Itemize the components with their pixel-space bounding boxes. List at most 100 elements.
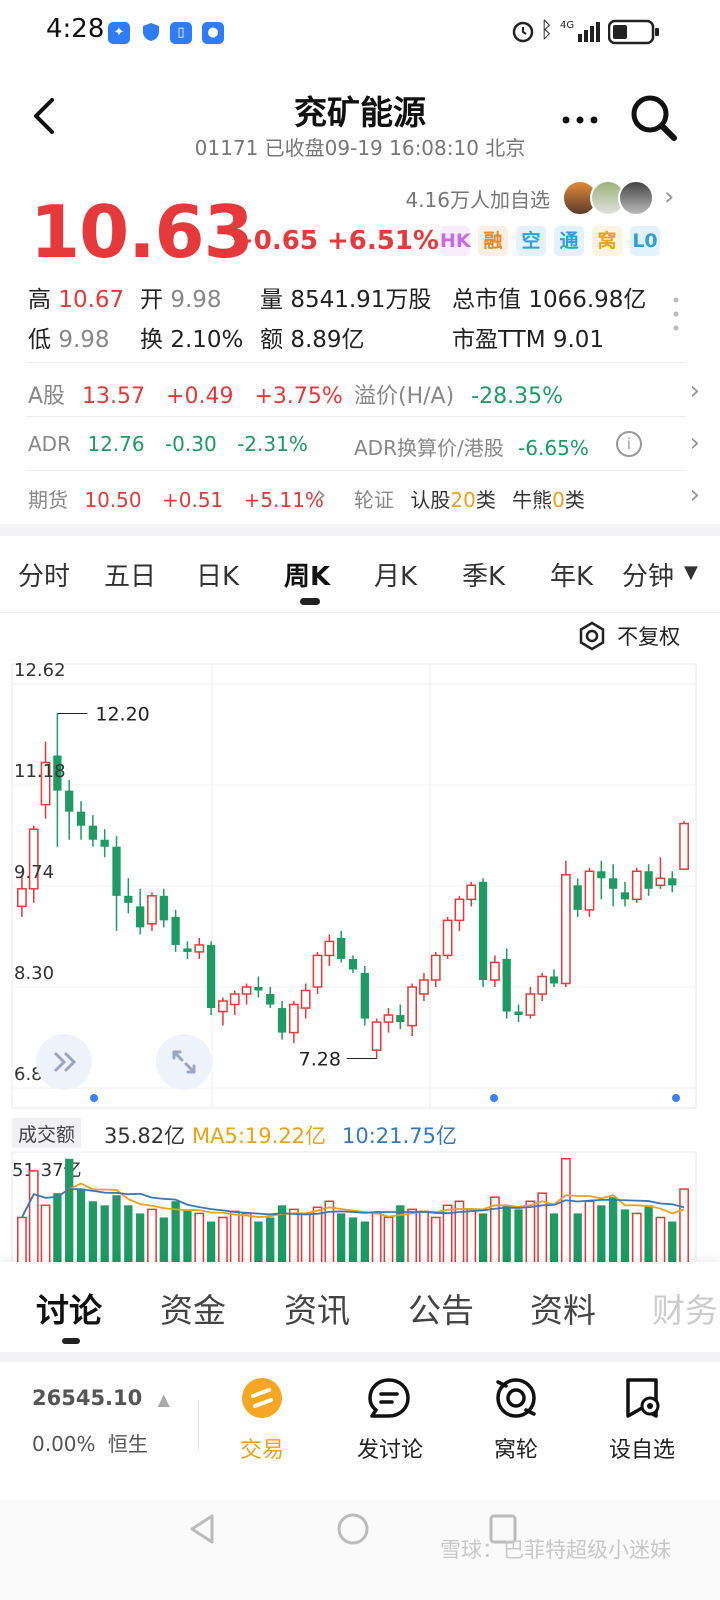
trade-icon[interactable] [240, 1376, 284, 1420]
watchlist-button[interactable]: 设自选 [592, 1432, 692, 1464]
content-tab[interactable]: 财务 [652, 1284, 718, 1332]
index-change[interactable]: 0.00% 恒生 [32, 1428, 148, 1457]
volume-bar [229, 1210, 240, 1264]
volume-indicator-button[interactable]: 成交额 [12, 1118, 82, 1148]
stat-low: 低 9.98 [28, 320, 110, 354]
candle [100, 829, 109, 858]
candle [655, 857, 666, 889]
candle [277, 1001, 287, 1040]
content-tab[interactable]: 资料 [530, 1284, 596, 1332]
cbbc-count: 0 [552, 488, 565, 512]
market-tag[interactable]: L0 [630, 226, 660, 256]
period-tab[interactable]: 分时 [18, 556, 70, 593]
market-tag[interactable]: HK [440, 226, 471, 256]
warrants-row[interactable]: 轮证 认股20类 牛熊0类 [354, 484, 585, 513]
period-tab[interactable]: 分钟 [622, 556, 674, 593]
add-watchlist-icon[interactable] [620, 1376, 664, 1422]
bluetooth-icon: ᛒ [540, 18, 554, 43]
period-tab[interactable]: 年K [550, 556, 593, 593]
period-tab[interactable]: 日K [196, 556, 239, 593]
stat-value: 2.10% [170, 327, 244, 353]
row-label: 轮证 [354, 488, 394, 512]
stat-label: 低 [28, 327, 51, 353]
candle [348, 955, 358, 973]
stat-volume: 量 8541.91万股 [260, 280, 431, 314]
period-tab[interactable]: 季K [462, 556, 505, 593]
watchlist-count[interactable]: 4.16万人加自选 [405, 184, 550, 213]
candlestick-chart[interactable]: 12.20 7.28 [0, 660, 720, 1112]
volume-bar [183, 1209, 192, 1264]
candle [644, 864, 653, 896]
chevron-right-icon[interactable]: › [690, 480, 700, 510]
futures-row[interactable]: 期货 10.50 +0.51 +5.11% [28, 484, 324, 513]
search-button[interactable] [628, 92, 680, 144]
event-marker[interactable] [490, 1094, 498, 1102]
info-icon[interactable]: i [616, 431, 642, 457]
chevron-right-icon[interactable]: › [664, 182, 674, 212]
row-percent: -2.31% [237, 432, 308, 456]
row-percent: +5.11% [243, 488, 324, 512]
cbbc-label: 牛熊 [512, 488, 553, 512]
adr-row[interactable]: ADR 12.76 -0.30 -2.31% [28, 432, 308, 456]
index-ticker[interactable]: 26545.10 ▲ [32, 1386, 170, 1410]
chevron-right-icon[interactable]: › [690, 428, 700, 458]
event-marker[interactable] [672, 1094, 680, 1102]
comment-icon[interactable] [366, 1376, 412, 1422]
trade-button[interactable]: 交易 [212, 1432, 312, 1464]
dropdown-triangle-icon[interactable]: ▼ [684, 562, 698, 583]
app-notification-icon: ▯ [170, 22, 192, 44]
a-share-row[interactable]: A股 13.57 +0.49 +3.75% [28, 378, 343, 410]
chevron-right-icon[interactable]: › [690, 376, 700, 406]
price-change: +0.65 +6.51% [232, 226, 439, 256]
content-tab[interactable]: 讨论 [36, 1284, 102, 1332]
market-tag[interactable]: 窝 [592, 226, 622, 256]
chevron-right-icon[interactable]: › [316, 480, 326, 510]
candle [300, 983, 311, 1019]
active-tab-indicator [62, 1338, 80, 1344]
fullscreen-button[interactable] [156, 1034, 212, 1090]
bottom-tab-strip [0, 1262, 720, 1354]
candle [549, 969, 559, 987]
candle [430, 951, 441, 987]
stat-value: 8541.91万股 [290, 287, 432, 313]
content-tab[interactable]: 资金 [160, 1284, 226, 1332]
row-change: +0.49 [166, 384, 234, 409]
nav-back-button[interactable] [186, 1512, 218, 1550]
market-tag[interactable]: 空 [516, 226, 546, 256]
last-price: 10.63 [30, 190, 254, 274]
premium-row[interactable]: 溢价(H/A) -28.35% [354, 378, 563, 410]
market-tag[interactable]: 通 [554, 226, 584, 256]
volume-bar [442, 1204, 453, 1264]
period-tab[interactable]: 周K [284, 556, 330, 593]
period-tab[interactable]: 月K [374, 556, 417, 593]
candle [136, 888, 145, 935]
volume-bar [549, 1213, 559, 1264]
candle [525, 987, 536, 1019]
candle [147, 892, 157, 931]
market-tag[interactable]: 融 [478, 226, 508, 256]
wolun-button[interactable]: 窝轮 [466, 1432, 566, 1464]
adjust-toggle[interactable]: 不复权 [576, 620, 680, 654]
post-button[interactable]: 发讨论 [340, 1432, 440, 1464]
quote-status: 01171 已收盘09-19 16:08:10 北京 [194, 136, 526, 160]
row-label: ADR换算价/港股 [354, 436, 504, 460]
volume-bar [40, 1204, 51, 1264]
candle [171, 909, 180, 952]
app-notification-icon: ✦ [108, 22, 130, 44]
volume-bar [454, 1200, 465, 1264]
adr-conversion-row[interactable]: ADR换算价/港股 -6.65% [354, 432, 589, 461]
period-tab[interactable]: 五日 [104, 556, 156, 593]
event-marker[interactable] [90, 1094, 98, 1102]
wolun-icon[interactable] [492, 1374, 540, 1422]
scroll-to-latest-button[interactable] [36, 1034, 92, 1090]
content-tab[interactable]: 公告 [408, 1284, 474, 1332]
content-tab[interactable]: 资讯 [284, 1284, 350, 1332]
stat-label: 换 [140, 327, 163, 353]
status-bar: 4:28 ✦ ▯ ● ᛒ 4G [0, 0, 720, 64]
volume-bar [65, 1158, 74, 1264]
expand-handle-icon[interactable] [672, 296, 680, 332]
volume-chart[interactable] [0, 1150, 720, 1264]
more-button[interactable] [556, 100, 604, 140]
nav-home-button[interactable] [336, 1512, 370, 1550]
candle [442, 916, 453, 959]
